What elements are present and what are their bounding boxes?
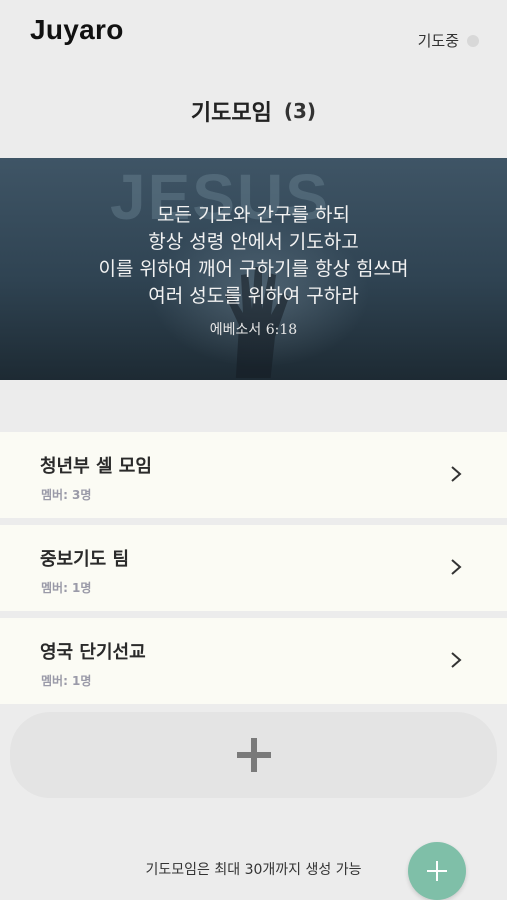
page-title: 기도모임	[190, 101, 272, 126]
group-item[interactable]: 청년부 셀 모임 멤버: 3명	[0, 432, 507, 518]
plus-icon	[236, 738, 271, 772]
group-name: 영국 단기선교	[40, 642, 146, 663]
add-group-button[interactable]	[10, 712, 497, 798]
app-header: Juyaro 기도중	[0, 0, 507, 80]
group-item[interactable]: 영국 단기선교 멤버: 1명	[0, 618, 507, 704]
prayer-status-label: 기도중	[417, 32, 459, 50]
verse-line: 여러 성도를 위하여 구하라	[148, 285, 359, 307]
chevron-right-icon	[451, 652, 462, 668]
group-name: 중보기도 팀	[40, 549, 130, 570]
prayer-status[interactable]: 기도중	[418, 30, 479, 51]
group-member-count: 멤버: 3명	[41, 488, 92, 502]
create-group-fab[interactable]	[408, 842, 466, 900]
verse-line: 항상 성령 안에서 기도하고	[148, 231, 359, 253]
chevron-right-icon	[451, 466, 462, 482]
status-dot-icon	[467, 34, 479, 47]
group-member-count: 멤버: 1명	[41, 581, 92, 595]
verse-text: 모든 기도와 간구를 하되 항상 성령 안에서 기도하고 이를 위하여 깨어 구…	[0, 202, 507, 310]
chevron-right-icon	[451, 559, 462, 575]
verse-reference: 에베소서 6:18	[209, 322, 298, 338]
verse-line: 이를 위하여 깨어 구하기를 항상 힘쓰며	[98, 258, 409, 280]
group-item[interactable]: 중보기도 팀 멤버: 1명	[0, 525, 507, 611]
group-name: 청년부 셀 모임	[40, 456, 152, 477]
page-title-row: 기도모임 (3)	[0, 94, 507, 128]
plus-icon	[427, 861, 447, 881]
verse-banner: JESUS 모든 기도와 간구를 하되 항상 성령 안에서 기도하고 이를 위하…	[0, 158, 507, 380]
group-member-count: 멤버: 1명	[41, 674, 92, 688]
verse-line: 모든 기도와 간구를 하되	[157, 204, 350, 226]
group-count: (3)	[283, 99, 317, 123]
app-logo: Juyaro	[30, 14, 124, 45]
